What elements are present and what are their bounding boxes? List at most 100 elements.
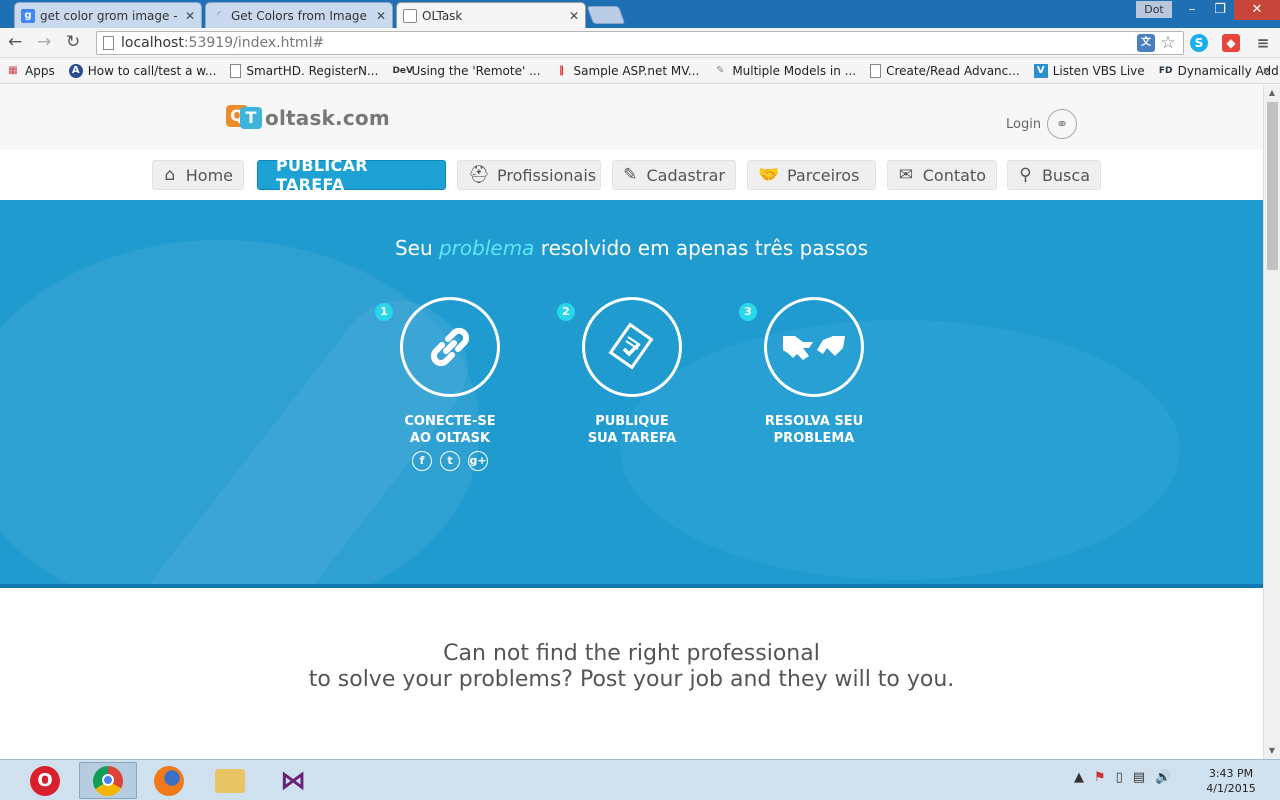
- window-controls: – ❐ ✕: [1178, 0, 1280, 20]
- dev-icon: DeV: [392, 65, 413, 76]
- firefox-icon: [154, 765, 184, 796]
- reload-icon[interactable]: ↻: [66, 33, 80, 51]
- nav-contato[interactable]: ✉ Contato: [887, 160, 997, 190]
- nav-label: Profissionais: [497, 165, 597, 185]
- flag-icon[interactable]: ⚑: [1094, 770, 1106, 785]
- hero-title: Seu problema resolvido em apenas três pa…: [394, 236, 869, 260]
- volume-icon[interactable]: 🔊: [1155, 770, 1171, 785]
- step-label: CONECTE-SE AO OLTASK: [404, 414, 496, 446]
- tab-title: Get Colors from Image: [231, 8, 367, 23]
- visual-studio-icon: ⋈: [280, 765, 306, 796]
- scrollbar-thumb[interactable]: [1267, 102, 1278, 270]
- vertical-scrollbar[interactable]: ▲ ▼: [1263, 85, 1280, 759]
- link-icon[interactable]: [400, 297, 500, 397]
- tray-expand-icon[interactable]: ▲: [1074, 770, 1084, 785]
- main-nav: ⌂ Home PUBLICAR TAREFA ⛑ Profissionais ✎…: [0, 150, 1263, 200]
- logo-text: oltask.com: [265, 106, 390, 130]
- tab-oltask[interactable]: OLTask ✕: [396, 2, 586, 29]
- login-link[interactable]: Login ⚭: [1006, 109, 1078, 139]
- star-icon[interactable]: ☆: [1159, 34, 1177, 52]
- nav-parceiros[interactable]: 🤝 Parceiros: [747, 160, 876, 190]
- forward-icon[interactable]: →: [37, 33, 51, 51]
- bookmark-item[interactable]: ✎ Multiple Models in ...: [713, 64, 856, 78]
- site-header: Q T oltask.com Login ⚭: [0, 85, 1263, 150]
- nav-label: PUBLICAR TAREFA: [276, 156, 368, 194]
- step-label: PUBLIQUE SUA TAREFA: [587, 414, 677, 446]
- restore-icon[interactable]: ❐: [1206, 0, 1234, 20]
- address-bar[interactable]: localhost:53919/index.html#: [96, 31, 1184, 55]
- power-icon[interactable]: ▯: [1116, 770, 1123, 785]
- bookmark-item[interactable]: A How to call/test a w...: [68, 63, 216, 78]
- taskbar-visual-studio[interactable]: ⋈: [264, 762, 322, 799]
- bookmark-item[interactable]: V Listen VBS Live: [1033, 63, 1145, 78]
- chevron-right-icon[interactable]: »: [1263, 63, 1270, 77]
- page-icon: [230, 63, 242, 78]
- system-clock[interactable]: 3:43 PM 4/1/2015: [1196, 766, 1266, 796]
- nav-cadastrar[interactable]: ✎ Cadastrar: [612, 160, 736, 190]
- bookmark-item[interactable]: DeV Using the 'Remote' ...: [392, 64, 540, 78]
- bookmark-label: Create/Read Advanc...: [886, 63, 1020, 78]
- fd-icon: FD: [1158, 65, 1173, 76]
- close-icon[interactable]: ✕: [185, 9, 195, 23]
- tab-get-colors[interactable]: ◜ Get Colors from Image ✕: [205, 2, 393, 28]
- translate-icon[interactable]: 文: [1137, 34, 1155, 52]
- step-number: 2: [557, 303, 575, 321]
- site-logo[interactable]: Q T oltask.com: [226, 103, 390, 133]
- hero-bottom-border: [0, 584, 1263, 588]
- envelope-icon: ✉: [898, 165, 913, 185]
- screen: g get color grom image - G ✕ ◜ Get Color…: [0, 0, 1280, 800]
- close-window-icon[interactable]: ✕: [1234, 0, 1280, 20]
- bars-icon: ‖: [559, 64, 565, 76]
- nav-profissionais[interactable]: ⛑ Profissionais: [457, 160, 601, 190]
- search-icon: ⚲: [1019, 165, 1032, 185]
- taskbar-chrome[interactable]: [79, 762, 137, 799]
- page-icon: [870, 63, 882, 78]
- nav-label: Home: [185, 165, 233, 185]
- clock-time: 3:43 PM: [1208, 767, 1254, 780]
- edit-icon: ✎: [623, 165, 638, 185]
- logo-mark-icon: Q T: [226, 103, 266, 133]
- hero-title-highlight: problema: [438, 236, 535, 260]
- nav-home[interactable]: ⌂ Home: [152, 160, 244, 190]
- nav-busca[interactable]: ⚲ Busca: [1007, 160, 1101, 190]
- nav-label: Contato: [922, 165, 986, 185]
- new-tab-button[interactable]: [586, 6, 626, 24]
- bookmark-label: Sample ASP.net MV...: [573, 63, 700, 78]
- close-icon[interactable]: ✕: [569, 9, 579, 23]
- taskbar-opera[interactable]: O: [16, 762, 74, 799]
- question-icon: A: [68, 63, 83, 78]
- bookmark-item[interactable]: Create/Read Advanc...: [870, 63, 1020, 78]
- skype-icon[interactable]: S: [1190, 34, 1208, 52]
- publish-task-button[interactable]: PUBLICAR TAREFA: [257, 156, 446, 194]
- handshake-icon[interactable]: [764, 297, 864, 397]
- tab-google-search[interactable]: g get color grom image - G ✕: [14, 2, 202, 28]
- v-icon: V: [1033, 63, 1048, 78]
- menu-icon[interactable]: ≡: [1254, 34, 1272, 52]
- step-publish: 2 PUBLIQUE SUA TAREFA: [557, 297, 697, 447]
- social-login-icons: f t g+: [385, 451, 515, 471]
- step-number: 1: [375, 303, 393, 321]
- extension-icon[interactable]: ◆: [1222, 34, 1240, 52]
- scroll-down-icon[interactable]: ▼: [1264, 743, 1280, 759]
- document-check-icon[interactable]: [582, 297, 682, 397]
- google-plus-icon[interactable]: g+: [468, 451, 488, 471]
- handshake-icon: 🤝: [758, 165, 780, 185]
- taskbar-firefox[interactable]: [140, 762, 198, 799]
- profile-badge[interactable]: Dot: [1136, 1, 1172, 18]
- network-icon[interactable]: ▤: [1133, 770, 1145, 785]
- taskbar-explorer[interactable]: [201, 762, 259, 799]
- windows-taskbar: O ⋈ ▲ ⚑ ▯ ▤ 🔊 3:43 PM 4/1/2015: [0, 759, 1280, 800]
- bookmark-item[interactable]: SmartHD. RegisterN...: [230, 63, 378, 78]
- minimize-icon[interactable]: –: [1178, 0, 1206, 20]
- tab-title: OLTask: [422, 9, 463, 23]
- back-icon[interactable]: ←: [8, 33, 22, 51]
- browser-tab-strip: g get color grom image - G ✕ ◜ Get Color…: [0, 0, 1280, 29]
- scroll-up-icon[interactable]: ▲: [1264, 85, 1280, 101]
- twitter-icon[interactable]: t: [440, 451, 460, 471]
- close-icon[interactable]: ✕: [376, 9, 386, 23]
- bookmark-apps[interactable]: ▦ Apps: [6, 64, 54, 78]
- bookmark-item[interactable]: ‖ Sample ASP.net MV...: [555, 63, 700, 78]
- step-label: RESOLVA SEU PROBLEMA: [764, 414, 864, 446]
- facebook-icon[interactable]: f: [412, 451, 432, 471]
- step-connect: 1 CONECTE-SE AO OLTASK f t g+: [375, 297, 515, 471]
